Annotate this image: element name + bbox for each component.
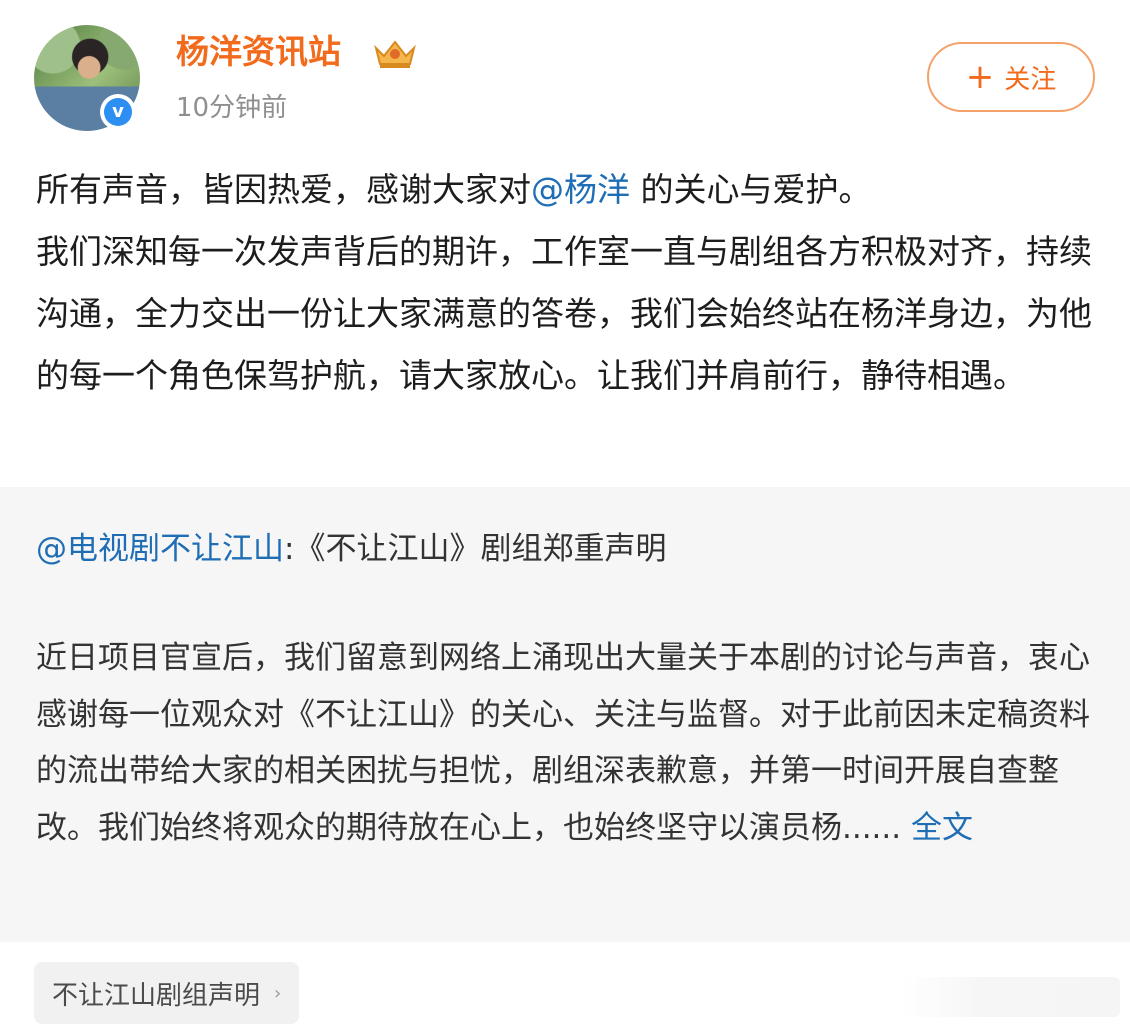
repost-body: 近日项目官宣后，我们留意到网络上涌现出大量关于本剧的讨论与声音，衷心感谢每一位观… [36,630,1096,856]
repost-source-link[interactable]: @电视剧不让江山 [36,531,284,567]
repost-header: @电视剧不让江山:《不让江山》剧组郑重声明 [36,525,666,573]
mention-link[interactable]: @杨洋 [531,170,630,209]
follow-button[interactable]: + 关注 [927,42,1095,112]
post-content: 所有声音，皆因热爱，感谢大家对@杨洋 的关心与爱护。 我们深知每一次发声背后的期… [36,159,1098,407]
watermark [900,977,1120,1017]
post-text-line1-suffix: 的关心与爱护。 [630,170,872,209]
topic-label: 不让江山剧组声明 [52,980,261,1011]
follow-label: 关注 [1004,64,1057,95]
vip-crown-icon [374,40,416,68]
repost-title: :《不让江山》剧组郑重声明 [284,531,667,567]
verified-icon: v [100,94,136,130]
post-timestamp: 10分钟前 [176,93,288,123]
post-text-body: 我们深知每一次发声背后的期许，工作室一直与剧组各方积极对齐，持续沟通，全力交出一… [36,232,1092,395]
plus-icon: + [965,57,995,97]
post-text-line1-prefix: 所有声音，皆因热爱，感谢大家对 [36,170,531,209]
topic-tag[interactable]: 不让江山剧组声明 › [34,962,300,1024]
post-header: v 杨洋资讯站 10分钟前 + 关注 [0,0,1130,150]
repost-block[interactable]: @电视剧不让江山:《不让江山》剧组郑重声明 近日项目官宣后，我们留意到网络上涌现… [0,487,1130,942]
username[interactable]: 杨洋资讯站 [176,32,341,72]
chevron-right-icon: › [274,982,282,1004]
full-text-link[interactable]: 全文 [911,810,973,846]
